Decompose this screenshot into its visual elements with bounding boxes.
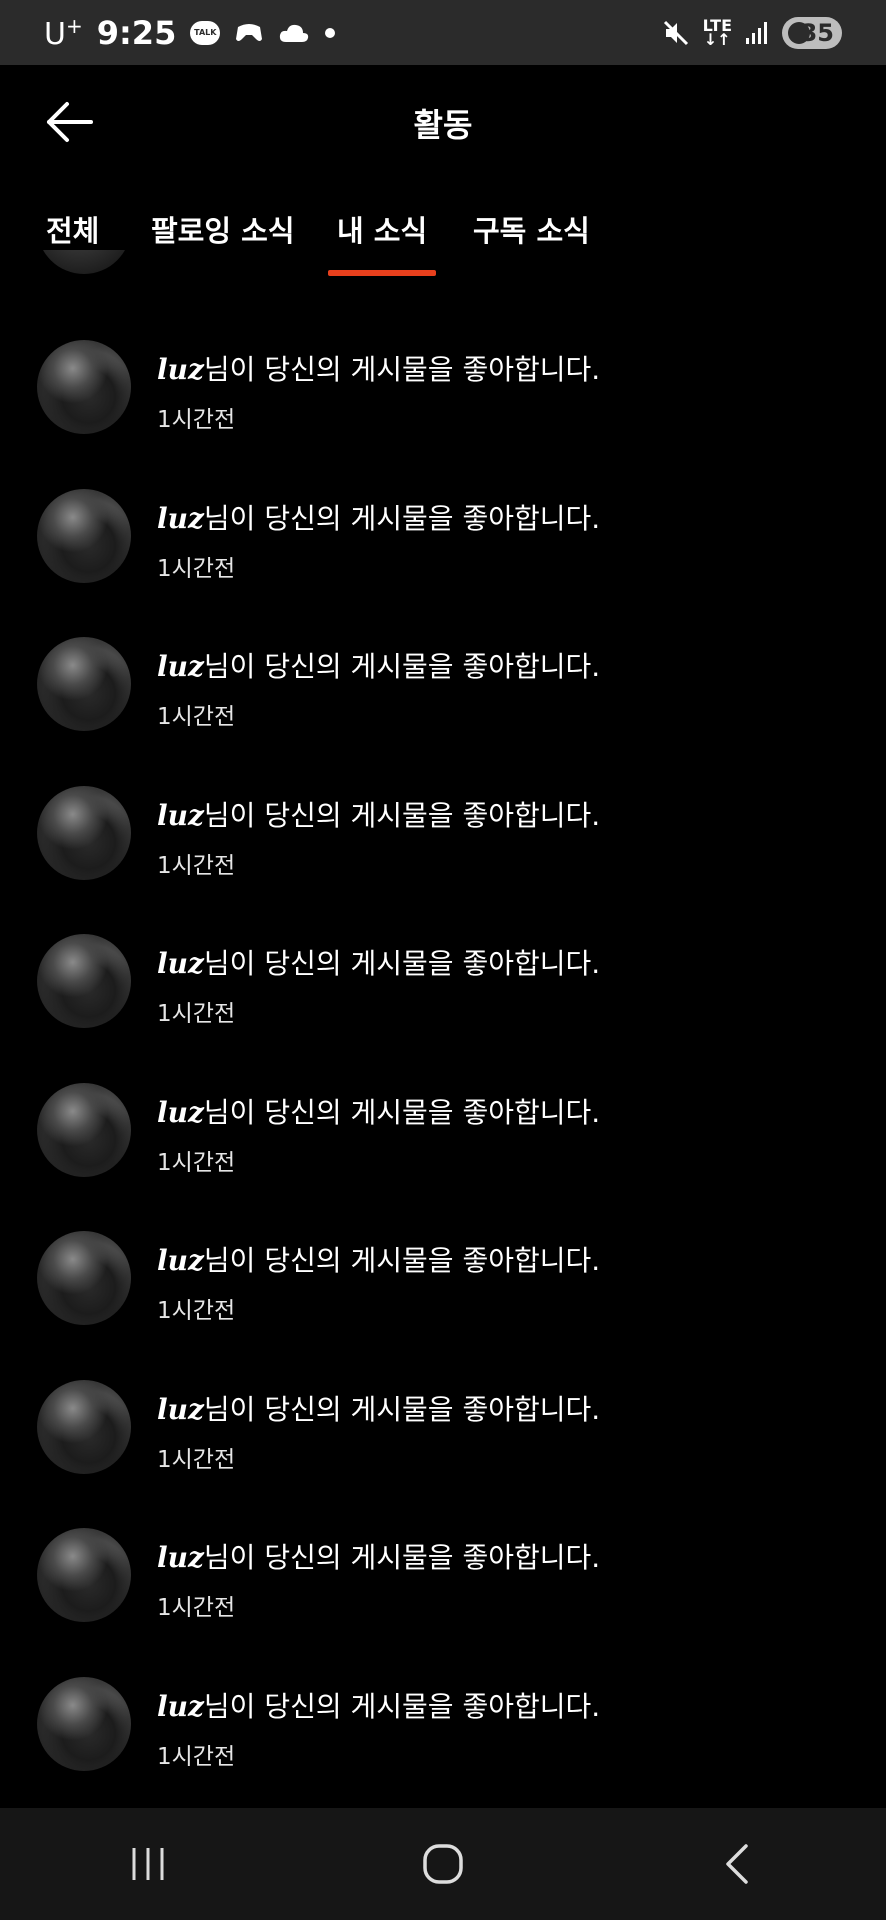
notification-text: luz님이 당신의 게시물을 좋아합니다. 1시간전: [157, 1239, 600, 1325]
avatar[interactable]: [37, 934, 131, 1028]
notification-message: luz님이 당신의 게시물을 좋아합니다.: [157, 942, 600, 982]
notification-text: luz님이 당신의 게시물을 좋아합니다. 1시간전: [157, 497, 600, 583]
notification-message: luz님이 당신의 게시물을 좋아합니다.: [157, 497, 600, 537]
timestamp: 1시간전: [157, 555, 236, 582]
list-item[interactable]: luz님이 당신의 게시물을 좋아합니다. 1시간전: [0, 340, 886, 488]
list-item[interactable]: luz님이 당신의 게시물을 좋아합니다. 1시간전: [0, 1082, 886, 1231]
username[interactable]: luz: [157, 1393, 204, 1426]
notification-message: luz님이 당신의 게시물을 좋아합니다.: [157, 1388, 600, 1428]
message-text: 님이 당신의 게시물을 좋아합니다.: [203, 501, 601, 535]
timestamp: 1시간전: [157, 852, 236, 879]
timestamp: 1시간전: [157, 1446, 236, 1473]
avatar[interactable]: [37, 250, 131, 274]
username[interactable]: luz: [157, 502, 204, 535]
cloud-icon: [278, 22, 310, 44]
message-text: 님이 당신의 게시물을 좋아합니다.: [203, 650, 601, 683]
avatar[interactable]: [37, 1082, 131, 1177]
recent-apps-icon: [132, 1848, 164, 1880]
status-bar: U+ 9:25 TALK LTE ↓↑ 35: [0, 0, 886, 65]
notification-text: luz님이 당신의 게시물을 좋아합니다. 1시간전: [157, 645, 600, 731]
timestamp: 1시간전: [157, 1595, 236, 1621]
notification-text: luz님이 당신의 게시물을 좋아합니다. 1시간전: [157, 348, 600, 434]
username[interactable]: luz: [157, 1244, 204, 1277]
home-button[interactable]: [383, 1824, 503, 1904]
notification-text: luz님이 당신의 게시물을 좋아합니다. 1시간전: [157, 794, 600, 880]
message-text: 님이 당신의 게시물을 좋아합니다.: [203, 947, 601, 980]
timestamp: 1시간전: [157, 1298, 236, 1324]
timestamp: 1시간전: [157, 1743, 236, 1770]
battery-indicator: 35: [782, 16, 842, 49]
username[interactable]: luz: [157, 353, 204, 386]
kakaotalk-icon: TALK: [190, 20, 221, 45]
back-button[interactable]: [678, 1824, 798, 1904]
notification-text: luz님이 당신의 게시물을 좋아합니다. 1시간전: [157, 1388, 600, 1474]
list-item[interactable]: luz님이 당신의 게시물을 좋아합니다. 1시간전: [0, 1528, 886, 1676]
notification-message: luz님이 당신의 게시물을 좋아합니다.: [157, 1685, 600, 1725]
username[interactable]: luz: [157, 947, 204, 980]
carrier-label: U+: [44, 13, 83, 52]
notification-message: luz님이 당신의 게시물을 좋아합니다.: [157, 1536, 600, 1576]
list-item[interactable]: luz님이 당신의 게시물을 좋아합니다. 1시간전: [0, 1231, 886, 1379]
message-text: 님이 당신의 게시물을 좋아합니다.: [203, 1541, 601, 1574]
message-text: 님이 당신의 게시물을 좋아합니다.: [203, 1095, 601, 1129]
username[interactable]: luz: [157, 799, 204, 832]
timestamp: 1시간전: [157, 1149, 236, 1176]
tab-all[interactable]: 전체: [46, 208, 99, 250]
avatar[interactable]: [37, 1231, 131, 1325]
mute-icon: [661, 18, 691, 48]
tab-following[interactable]: 팔로잉 소식: [151, 208, 295, 250]
clock: 9:25: [96, 13, 177, 52]
username[interactable]: luz: [157, 1096, 204, 1129]
list-item[interactable]: luz님이 당신의 게시물을 좋아합니다. 1시간전: [0, 934, 886, 1082]
timestamp: 1시간전: [157, 407, 236, 433]
timestamp: 1시간전: [157, 1001, 236, 1027]
username[interactable]: luz: [157, 1541, 204, 1574]
notification-list[interactable]: luz님이 당신의 게시물을 좋아합니다. 1시간전 luz님이 당신의 게시물을 …: [0, 250, 886, 1810]
notification-message: luz님이 당신의 게시물을 좋아합니다.: [157, 645, 600, 685]
page-title: 활동: [413, 106, 473, 144]
list-item[interactable]: luz님이 당신의 게시물을 좋아합니다. 1시간전: [0, 1676, 886, 1811]
timestamp: 1시간전: [157, 704, 236, 730]
notification-message: luz님이 당신의 게시물을 좋아합니다.: [157, 1091, 600, 1131]
signal-icon: [744, 20, 770, 46]
avatar[interactable]: [37, 1676, 131, 1771]
tab-my-news[interactable]: 내 소식: [328, 208, 437, 276]
avatar[interactable]: [37, 1379, 131, 1474]
list-item[interactable]: luz님이 당신의 게시물을 좋아합니다. 1시간전: [0, 637, 886, 785]
notification-text: luz님이 당신의 게시물을 좋아합니다. 1시간전: [157, 942, 600, 1028]
notification-text: luz님이 당신의 게시물을 좋아합니다. 1시간전: [157, 1536, 600, 1622]
system-nav-bar: [0, 1808, 886, 1920]
message-text: 님이 당신의 게시물을 좋아합니다.: [203, 798, 601, 832]
notification-text: luz님이 당신의 게시물을 좋아합니다. 1시간전: [157, 1091, 600, 1177]
message-text: 님이 당신의 게시물을 좋아합니다.: [203, 1244, 601, 1277]
notification-dot-icon: [324, 27, 336, 39]
home-icon: [423, 1844, 463, 1884]
avatar[interactable]: [37, 785, 131, 880]
tab-subscriptions[interactable]: 구독 소식: [473, 208, 590, 250]
back-icon: [726, 1844, 749, 1884]
notification-text: luz님이 당신의 게시물을 좋아합니다. 1시간전: [157, 1685, 600, 1771]
list-item[interactable]: luz님이 당신의 게시물을 좋아합니다. 1시간전: [0, 488, 886, 637]
notification-message: luz님이 당신의 게시물을 좋아합니다.: [157, 348, 600, 388]
username[interactable]: luz: [157, 1690, 204, 1723]
app-header: 활동: [0, 65, 886, 175]
recent-apps-button[interactable]: [88, 1824, 208, 1904]
avatar[interactable]: [37, 340, 131, 434]
list-item[interactable]: luz님이 당신의 게시물을 좋아합니다. 1시간전: [0, 785, 886, 934]
avatar[interactable]: [37, 488, 131, 583]
game-icon: [234, 21, 264, 45]
username[interactable]: luz: [157, 650, 204, 683]
message-text: 님이 당신의 게시물을 좋아합니다.: [203, 1392, 601, 1426]
avatar[interactable]: [37, 637, 131, 731]
notification-message: luz님이 당신의 게시물을 좋아합니다.: [157, 794, 600, 834]
avatar[interactable]: [37, 1528, 131, 1622]
message-text: 님이 당신의 게시물을 좋아합니다.: [203, 1689, 601, 1723]
list-item[interactable]: luz님이 당신의 게시물을 좋아합니다. 1시간전: [0, 1379, 886, 1528]
notification-message: luz님이 당신의 게시물을 좋아합니다.: [157, 1239, 600, 1279]
power-saving-icon: [788, 21, 810, 44]
network-type-label: LTE ↓↑: [702, 15, 732, 49]
message-text: 님이 당신의 게시물을 좋아합니다.: [203, 353, 601, 386]
